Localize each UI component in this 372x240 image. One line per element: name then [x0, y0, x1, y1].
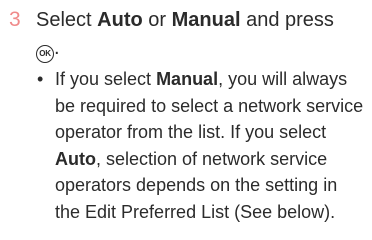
step-instruction: Select Auto or Manual and press OK.: [36, 6, 366, 63]
ok-button-icon: OK: [36, 45, 54, 63]
instruction-text: Select: [36, 9, 98, 31]
instruction-text: .: [54, 37, 60, 59]
bullet-text: If you select Manual, you will always be…: [55, 66, 367, 225]
option-manual: Manual: [171, 9, 241, 31]
option-manual: Manual: [156, 69, 219, 89]
step-number: 3: [9, 8, 21, 31]
bullet-symbol: •: [37, 69, 44, 89]
option-auto: Auto: [55, 148, 96, 169]
option-auto: Auto: [97, 9, 143, 31]
bullet-text-part: , selection of network service operators…: [55, 148, 338, 222]
instruction-text: or: [142, 9, 172, 31]
instruction-text: and press: [240, 9, 334, 31]
bullet-text-part: If you select: [55, 69, 157, 89]
